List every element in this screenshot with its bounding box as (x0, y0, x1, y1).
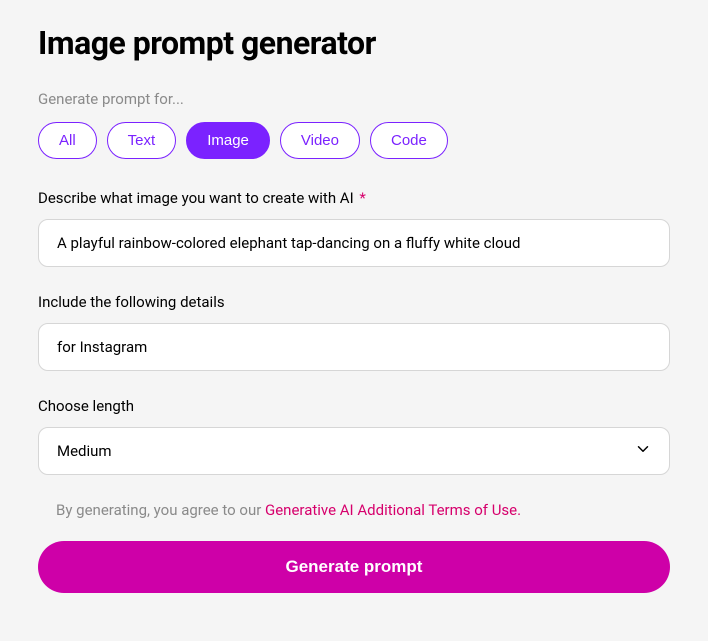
tab-all[interactable]: All (38, 122, 97, 159)
tab-text[interactable]: Text (107, 122, 177, 159)
generate-button[interactable]: Generate prompt (38, 541, 670, 593)
terms-prefix: By generating, you agree to our (56, 501, 265, 519)
terms-link[interactable]: Generative AI Additional Terms of Use. (265, 501, 521, 519)
describe-label-text: Describe what image you want to create w… (38, 189, 354, 207)
length-select-wrap: Medium (38, 427, 670, 475)
terms-text: By generating, you agree to our Generati… (56, 501, 670, 519)
length-select[interactable]: Medium (38, 427, 670, 475)
details-label: Include the following details (38, 293, 670, 311)
describe-label: Describe what image you want to create w… (38, 189, 670, 207)
page-title: Image prompt generator (38, 24, 670, 62)
describe-input[interactable] (38, 219, 670, 267)
tab-image[interactable]: Image (186, 122, 270, 159)
tab-video[interactable]: Video (280, 122, 360, 159)
details-input[interactable] (38, 323, 670, 371)
category-tabs: All Text Image Video Code (38, 122, 670, 159)
length-label: Choose length (38, 397, 670, 415)
required-marker: * (359, 189, 365, 207)
tab-code[interactable]: Code (370, 122, 448, 159)
generate-for-label: Generate prompt for... (38, 90, 670, 108)
